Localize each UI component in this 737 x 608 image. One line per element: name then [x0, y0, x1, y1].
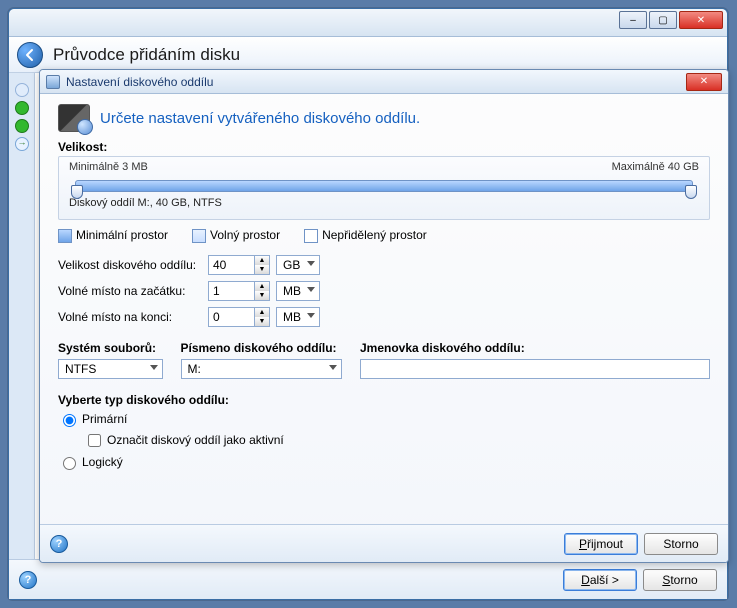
spin-up-icon[interactable]: ▲ [255, 282, 269, 291]
radio-primary[interactable] [63, 414, 76, 427]
next-button[interactable]: Další > [563, 569, 637, 591]
outer-titlebar: – ▢ ✕ [9, 9, 727, 37]
spin-up-icon[interactable]: ▲ [255, 308, 269, 317]
outer-header: Průvodce přidáním disku [9, 37, 727, 73]
volname-label: Jmenovka diskového oddílu: [360, 341, 710, 355]
radio-primary-label: Primární [82, 412, 127, 426]
close-button[interactable]: ✕ [679, 11, 723, 29]
dialog-close-button[interactable]: ✕ [686, 73, 722, 91]
swatch-min-icon [58, 229, 72, 243]
step-done-icon [15, 101, 29, 115]
free-before-label: Volné místo na začátku: [58, 284, 208, 298]
size-section-label: Velikost: [58, 140, 710, 154]
checkbox-active-label: Označit diskový oddíl jako aktivní [107, 433, 284, 447]
maximize-button[interactable]: ▢ [649, 11, 677, 29]
partition-settings-dialog: Nastavení diskového oddílu ✕ Určete nast… [39, 69, 729, 563]
volname-input[interactable] [360, 359, 710, 379]
part-size-unit-select[interactable]: GB [276, 255, 320, 275]
radio-logical-label: Logický [82, 455, 123, 469]
dialog-cancel-button[interactable]: Storno [644, 533, 718, 555]
part-size-spinner[interactable]: ▲▼ [208, 255, 270, 275]
free-before-spinner[interactable]: ▲▼ [208, 281, 270, 301]
cancel-button[interactable]: Storno [643, 569, 717, 591]
partition-icon [46, 75, 60, 89]
help-icon[interactable]: ? [19, 571, 37, 589]
dialog-titlebar: Nastavení diskového oddílu ✕ [40, 70, 728, 94]
size-slider[interactable] [75, 177, 693, 195]
type-section-label: Vyberte typ diskového oddílu: [58, 393, 710, 407]
legend: Minimální prostor Volný prostor Nepřiděl… [58, 228, 710, 243]
chevron-down-icon [150, 365, 158, 370]
fs-label: Systém souborů: [58, 341, 163, 355]
minimize-button[interactable]: – [619, 11, 647, 29]
legend-free-space: Volný prostor [192, 228, 280, 243]
wizard-heading-icon [58, 104, 90, 132]
help-icon[interactable]: ? [50, 535, 68, 553]
swatch-unalloc-icon [304, 229, 318, 243]
free-after-label: Volné místo na konci: [58, 310, 208, 324]
chevron-down-icon [307, 313, 315, 318]
dialog-heading: Určete nastavení vytvářeného diskového o… [100, 110, 420, 127]
legend-min-space: Minimální prostor [58, 228, 168, 243]
accept-button[interactable]: Přijmout [564, 533, 638, 555]
free-before-unit-select[interactable]: MB [276, 281, 320, 301]
part-size-label: Velikost diskového oddílu: [58, 258, 208, 272]
wizard-steps-strip [9, 73, 35, 559]
free-after-input[interactable] [208, 307, 254, 327]
slider-handle-right[interactable] [685, 185, 697, 199]
spin-down-icon[interactable]: ▼ [255, 317, 269, 326]
step-placeholder-icon [15, 83, 29, 97]
checkbox-active[interactable] [88, 434, 101, 447]
slider-min-label: Minimálně 3 MB [69, 161, 148, 173]
free-after-spinner[interactable]: ▲▼ [208, 307, 270, 327]
free-before-input[interactable] [208, 281, 254, 301]
letter-label: Písmeno diskového oddílu: [181, 341, 343, 355]
dialog-title: Nastavení diskového oddílu [66, 75, 213, 89]
legend-unallocated: Nepřidělený prostor [304, 228, 427, 243]
step-current-icon [15, 137, 29, 151]
chevron-down-icon [307, 287, 315, 292]
spin-down-icon[interactable]: ▼ [255, 265, 269, 274]
dialog-body: Určete nastavení vytvářeného diskového o… [40, 94, 728, 524]
slider-handle-left[interactable] [71, 185, 83, 199]
spin-down-icon[interactable]: ▼ [255, 291, 269, 300]
letter-select[interactable]: M: [181, 359, 343, 379]
outer-window: – ▢ ✕ Průvodce přidáním disku ? Další > … [8, 8, 728, 600]
outer-footer: ? Další > Storno [9, 559, 727, 599]
dialog-footer: ? Přijmout Storno [40, 524, 728, 562]
chevron-down-icon [329, 365, 337, 370]
swatch-free-icon [192, 229, 206, 243]
radio-logical[interactable] [63, 457, 76, 470]
slider-max-label: Maximálně 40 GB [612, 161, 699, 173]
outer-title: Průvodce přidáním disku [53, 45, 240, 65]
chevron-down-icon [307, 261, 315, 266]
step-done-icon [15, 119, 29, 133]
spin-up-icon[interactable]: ▲ [255, 256, 269, 265]
fs-select[interactable]: NTFS [58, 359, 163, 379]
part-size-input[interactable] [208, 255, 254, 275]
size-slider-box: Minimálně 3 MB Maximálně 40 GB Diskový o… [58, 156, 710, 220]
window-controls: – ▢ ✕ [619, 11, 723, 29]
back-button[interactable] [17, 42, 43, 68]
slider-caption: Diskový oddíl M:, 40 GB, NTFS [69, 197, 699, 209]
free-after-unit-select[interactable]: MB [276, 307, 320, 327]
